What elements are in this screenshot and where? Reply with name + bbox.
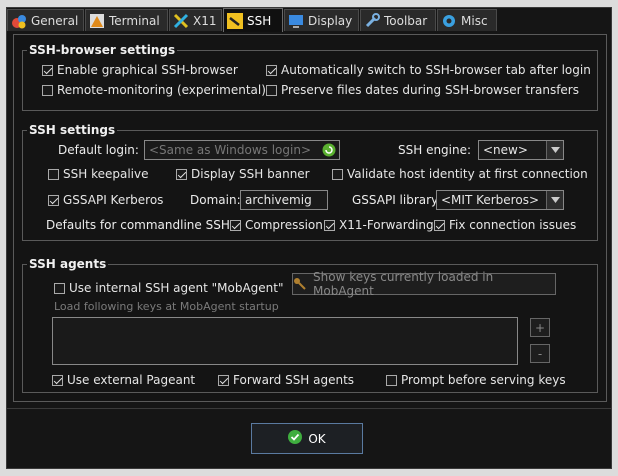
checkbox-label: Use internal SSH agent "MobAgent" — [69, 281, 284, 295]
default-login-placeholder: <Same as Windows login> — [149, 143, 311, 157]
checkbox-box — [52, 374, 63, 386]
show-keys-button[interactable]: Show keys currently loaded in MobAgent — [292, 270, 556, 298]
checkbox-box — [176, 168, 187, 180]
tab-ssh[interactable]: SSH — [223, 8, 283, 32]
checkbox-box — [218, 374, 229, 386]
remove-key-button[interactable]: - — [530, 344, 550, 363]
compression-checkbox[interactable]: Compression — [230, 218, 323, 232]
toolbar-icon — [364, 12, 380, 29]
forward-agents-checkbox[interactable]: Forward SSH agents — [218, 373, 354, 387]
checkbox-label: Automatically switch to SSH-browser tab … — [281, 63, 591, 77]
load-keys-label: Load following keys at MobAgent startup — [54, 300, 279, 313]
checkbox-label: Forward SSH agents — [233, 373, 355, 387]
gssapi-library-label: GSSAPI library: — [352, 193, 442, 207]
checkbox-label: Use external Pageant — [67, 373, 196, 387]
ok-button[interactable]: OK — [251, 423, 363, 454]
validate-host-checkbox[interactable]: Validate host identity at first connecti… — [332, 167, 588, 181]
tab-bar: General Terminal X11 SSH Display Toolbar… — [7, 8, 611, 32]
tab-label: Misc — [461, 13, 488, 28]
remote-monitoring-checkbox[interactable]: Remote-monitoring (experimental) — [42, 83, 266, 97]
checkbox-label: Validate host identity at first connecti… — [347, 167, 588, 181]
group-title: SSH agents — [29, 257, 107, 271]
checkbox-label: Preserve files dates during SSH-browser … — [281, 83, 579, 97]
gssapi-checkbox[interactable]: GSSAPI Kerberos — [48, 193, 163, 207]
checkbox-box — [386, 374, 397, 386]
auto-switch-checkbox[interactable]: Automatically switch to SSH-browser tab … — [266, 63, 591, 77]
prompt-before-serving-checkbox[interactable]: Prompt before serving keys — [386, 373, 566, 387]
checkbox-label: GSSAPI Kerberos — [63, 193, 164, 207]
preserve-dates-checkbox[interactable]: Preserve files dates during SSH-browser … — [266, 83, 579, 97]
startup-keys-list[interactable] — [52, 317, 518, 365]
domain-input[interactable]: archivemig — [240, 190, 328, 210]
ok-label: OK — [308, 431, 326, 446]
key-icon — [293, 276, 307, 293]
gssapi-library-select[interactable]: <MIT Kerberos> — [436, 190, 564, 210]
tab-label: SSH — [247, 13, 272, 28]
x11-forwarding-checkbox[interactable]: X11-Forwarding — [324, 218, 434, 232]
browser-settings-group: SSH-browser settings — [22, 43, 598, 111]
tab-misc[interactable]: Misc — [437, 9, 497, 31]
settings-window: General Terminal X11 SSH Display Toolbar… — [6, 7, 612, 469]
gssapi-library-value: <MIT Kerberos> — [441, 193, 539, 207]
default-login-label: Default login: — [58, 143, 139, 157]
divider — [7, 408, 611, 409]
display-banner-checkbox[interactable]: Display SSH banner — [176, 167, 310, 181]
chevron-down-icon — [546, 191, 563, 209]
checkbox-label: SSH keepalive — [63, 167, 149, 181]
checkbox-box — [42, 64, 53, 76]
ssh-tab-panel: SSH-browser settings Enable graphical SS… — [13, 34, 607, 402]
checkbox-box — [332, 168, 343, 180]
checkbox-label: Display SSH banner — [191, 167, 310, 181]
checkbox-box — [266, 84, 277, 96]
checkbox-label: Compression — [245, 218, 323, 232]
tab-x11[interactable]: X11 — [169, 9, 222, 31]
checkbox-box — [48, 194, 59, 206]
tab-general[interactable]: General — [7, 9, 84, 31]
checkbox-box — [230, 219, 241, 231]
terminal-icon — [89, 13, 105, 29]
tab-terminal[interactable]: Terminal — [85, 9, 168, 31]
checkbox-box — [266, 64, 277, 76]
ssh-icon — [227, 12, 243, 29]
domain-label: Domain: — [190, 193, 241, 207]
tab-label: Toolbar — [384, 13, 428, 28]
tab-toolbar[interactable]: Toolbar — [360, 9, 436, 31]
fix-issues-checkbox[interactable]: Fix connection issues — [434, 218, 576, 232]
use-internal-agent-checkbox[interactable]: Use internal SSH agent "MobAgent" — [54, 281, 284, 295]
checkbox-box — [434, 219, 445, 231]
refresh-icon[interactable] — [322, 143, 336, 160]
group-title: SSH-browser settings — [29, 43, 176, 57]
enable-browser-checkbox[interactable]: Enable graphical SSH-browser — [42, 63, 238, 77]
checkbox-box — [324, 219, 335, 231]
misc-icon — [441, 13, 457, 29]
checkbox-box — [54, 282, 65, 294]
commandline-defaults-label: Defaults for commandline SSH: — [46, 218, 234, 232]
tab-display[interactable]: Display — [284, 9, 359, 31]
checkbox-box — [48, 168, 59, 180]
checkbox-label: Remote-monitoring (experimental) — [57, 83, 266, 97]
checkbox-label: X11-Forwarding — [339, 218, 434, 232]
x11-icon — [173, 13, 189, 29]
ssh-engine-label: SSH engine: — [398, 143, 472, 157]
chevron-down-icon — [546, 141, 563, 159]
keepalive-checkbox[interactable]: SSH keepalive — [48, 167, 148, 181]
checkbox-label: Prompt before serving keys — [401, 373, 566, 387]
tab-label: X11 — [193, 13, 217, 28]
ssh-engine-select[interactable]: <new> — [478, 140, 564, 160]
default-login-input[interactable]: <Same as Windows login> — [144, 140, 340, 160]
show-keys-label: Show keys currently loaded in MobAgent — [313, 270, 494, 298]
check-circle-icon — [288, 430, 303, 447]
general-icon — [11, 13, 27, 29]
ssh-engine-value: <new> — [483, 143, 528, 157]
checkbox-label: Enable graphical SSH-browser — [57, 63, 238, 77]
group-title: SSH settings — [29, 123, 116, 137]
display-icon — [288, 13, 304, 29]
add-key-button[interactable]: + — [530, 318, 550, 337]
checkbox-label: Fix connection issues — [449, 218, 577, 232]
tab-label: Display — [308, 13, 353, 28]
use-pageant-checkbox[interactable]: Use external Pageant — [52, 373, 195, 387]
checkbox-box — [42, 84, 53, 96]
tab-label: Terminal — [109, 13, 160, 28]
tab-label: General — [31, 13, 79, 28]
